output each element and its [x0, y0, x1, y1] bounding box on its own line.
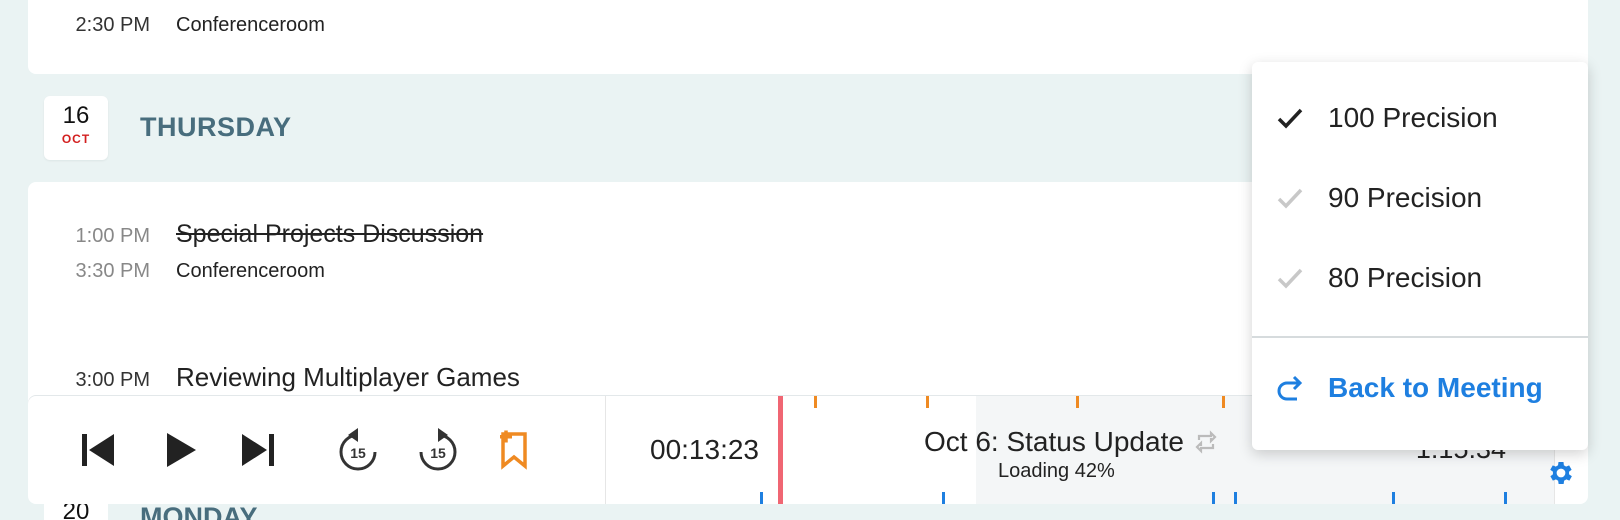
weekday-label: THURSDAY	[140, 112, 292, 142]
event-location: Conferenceroom	[176, 14, 325, 36]
skip-previous-icon	[82, 434, 114, 466]
menu-item-90-precision[interactable]: 90 Precision	[1252, 158, 1588, 238]
menu-item-label: 90 Precision	[1328, 182, 1483, 213]
precision-menu: 100 Precision 90 Precision 80 Precision …	[1252, 62, 1588, 450]
segment-marker[interactable]	[1212, 492, 1215, 504]
menu-item-label: 80 Precision	[1328, 262, 1483, 293]
bookmark-marker[interactable]	[1222, 396, 1225, 408]
bookmark-marker[interactable]	[926, 396, 929, 408]
event-title-cancelled: Special Projects Discussion	[176, 220, 484, 248]
date-badge: 16 OCT	[44, 96, 108, 160]
bookmark-add-icon	[500, 430, 527, 470]
skip-next-button[interactable]	[234, 426, 282, 474]
svg-text:15: 15	[430, 445, 446, 461]
event-time: 1:00 PM	[75, 225, 150, 247]
menu-item-80-precision[interactable]: 80 Precision	[1252, 238, 1588, 318]
bookmark-marker[interactable]	[814, 396, 817, 408]
event-row[interactable]: 1:00 PM Special Projects Discussion	[28, 220, 484, 249]
event-row[interactable]: 3:00 PM Reviewing Multiplayer Games	[28, 362, 520, 393]
date-day-number: 16	[62, 102, 90, 129]
svg-text:15: 15	[350, 445, 366, 461]
segment-marker[interactable]	[1392, 492, 1395, 504]
player-controls: 15 15	[28, 396, 606, 504]
segment-marker[interactable]	[760, 492, 763, 504]
rewind-15-button[interactable]: 15	[334, 426, 382, 474]
weekday-label: MONDAY	[140, 502, 258, 520]
meeting-title-text: Oct 6: Status Update	[924, 426, 1184, 457]
play-button[interactable]	[156, 426, 204, 474]
menu-item-label: 100 Precision	[1328, 102, 1498, 133]
meeting-title: Oct 6: Status Update	[924, 426, 1218, 458]
event-row[interactable]: 2:30 PM Conferenceroom	[28, 14, 325, 37]
event-time: 2:30 PM	[75, 14, 150, 36]
segment-marker[interactable]	[1504, 492, 1507, 504]
sync-icon	[1195, 430, 1217, 454]
event-location: Conferenceroom	[176, 260, 325, 282]
date-month: OCT	[61, 132, 91, 146]
loading-status: Loading 42%	[998, 460, 1115, 482]
redo-icon	[1252, 374, 1328, 402]
current-time: 00:13:23	[650, 434, 759, 465]
event-time: 3:00 PM	[75, 369, 150, 391]
bookmark-button[interactable]	[490, 426, 538, 474]
menu-item-100-precision[interactable]: 100 Precision	[1252, 78, 1588, 158]
play-icon	[167, 433, 196, 467]
menu-divider	[1252, 336, 1588, 338]
back-to-meeting-button[interactable]: Back to Meeting	[1252, 348, 1588, 428]
event-title: Reviewing Multiplayer Games	[176, 362, 520, 392]
segment-marker[interactable]	[942, 492, 945, 504]
check-icon	[1252, 106, 1328, 130]
back-to-meeting-label: Back to Meeting	[1328, 372, 1543, 403]
segment-marker[interactable]	[1234, 492, 1237, 504]
bookmark-marker[interactable]	[1076, 396, 1079, 408]
playhead[interactable]	[778, 396, 783, 504]
gear-icon[interactable]	[1546, 458, 1576, 488]
event-row[interactable]: 3:30 PM Conferenceroom	[28, 260, 325, 283]
rewind-15-icon: 15	[339, 428, 377, 471]
skip-previous-button[interactable]	[74, 426, 122, 474]
check-icon	[1252, 266, 1328, 290]
check-icon	[1252, 186, 1328, 210]
skip-next-icon	[242, 434, 274, 466]
forward-15-icon: 15	[419, 428, 457, 471]
forward-15-button[interactable]: 15	[414, 426, 462, 474]
event-time: 3:30 PM	[75, 260, 150, 282]
